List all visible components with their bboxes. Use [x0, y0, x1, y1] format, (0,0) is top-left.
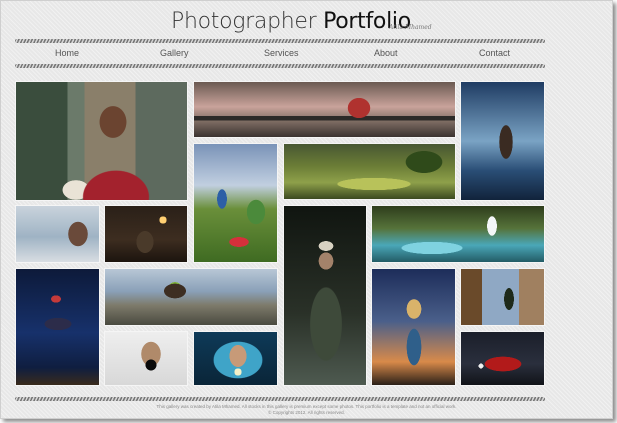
page-title: Photographer Portfolio [171, 9, 411, 39]
photo-woman-sea[interactable] [15, 205, 100, 263]
nav-services[interactable]: Services [264, 48, 299, 58]
page-frame: Photographer Portfolio Atila Mhamed Home… [0, 0, 613, 419]
photo-rock-climbers[interactable] [104, 268, 278, 326]
photo-golf-course[interactable] [283, 143, 456, 200]
photo-sprinter-pier[interactable] [193, 81, 456, 138]
rope-divider-top [15, 39, 545, 43]
footer-copyright: © Copyrights 2012. All rights reserved. [268, 410, 345, 415]
author-signature: Atila Mhamed [389, 24, 432, 31]
photo-photographer-camera[interactable] [104, 331, 188, 386]
photo-waterfall[interactable] [371, 205, 545, 263]
photo-girl-desert[interactable] [371, 268, 456, 386]
nav-about[interactable]: About [374, 48, 398, 58]
photo-runner-water[interactable] [460, 81, 545, 201]
rope-divider-nav [15, 64, 545, 68]
photo-fisherman[interactable] [283, 205, 367, 386]
photo-man-reading[interactable] [104, 205, 188, 263]
main-nav: Home Gallery Services About Contact [15, 44, 545, 62]
photo-red-car[interactable] [460, 331, 545, 386]
nav-home[interactable]: Home [55, 48, 79, 58]
photo-boys-field[interactable] [193, 143, 278, 263]
photo-high-jumper[interactable] [15, 268, 100, 386]
photo-girl-sparkle[interactable] [193, 331, 278, 386]
nav-gallery[interactable]: Gallery [160, 48, 189, 58]
rope-divider-bottom [15, 397, 545, 401]
footer-credits: This gallery was created by Atila Mhamed… [156, 404, 457, 409]
title-light: Photographer [171, 9, 317, 34]
photo-traffic-light[interactable] [460, 268, 545, 326]
photo-soccer-player[interactable] [15, 81, 188, 201]
nav-contact[interactable]: Contact [479, 48, 510, 58]
